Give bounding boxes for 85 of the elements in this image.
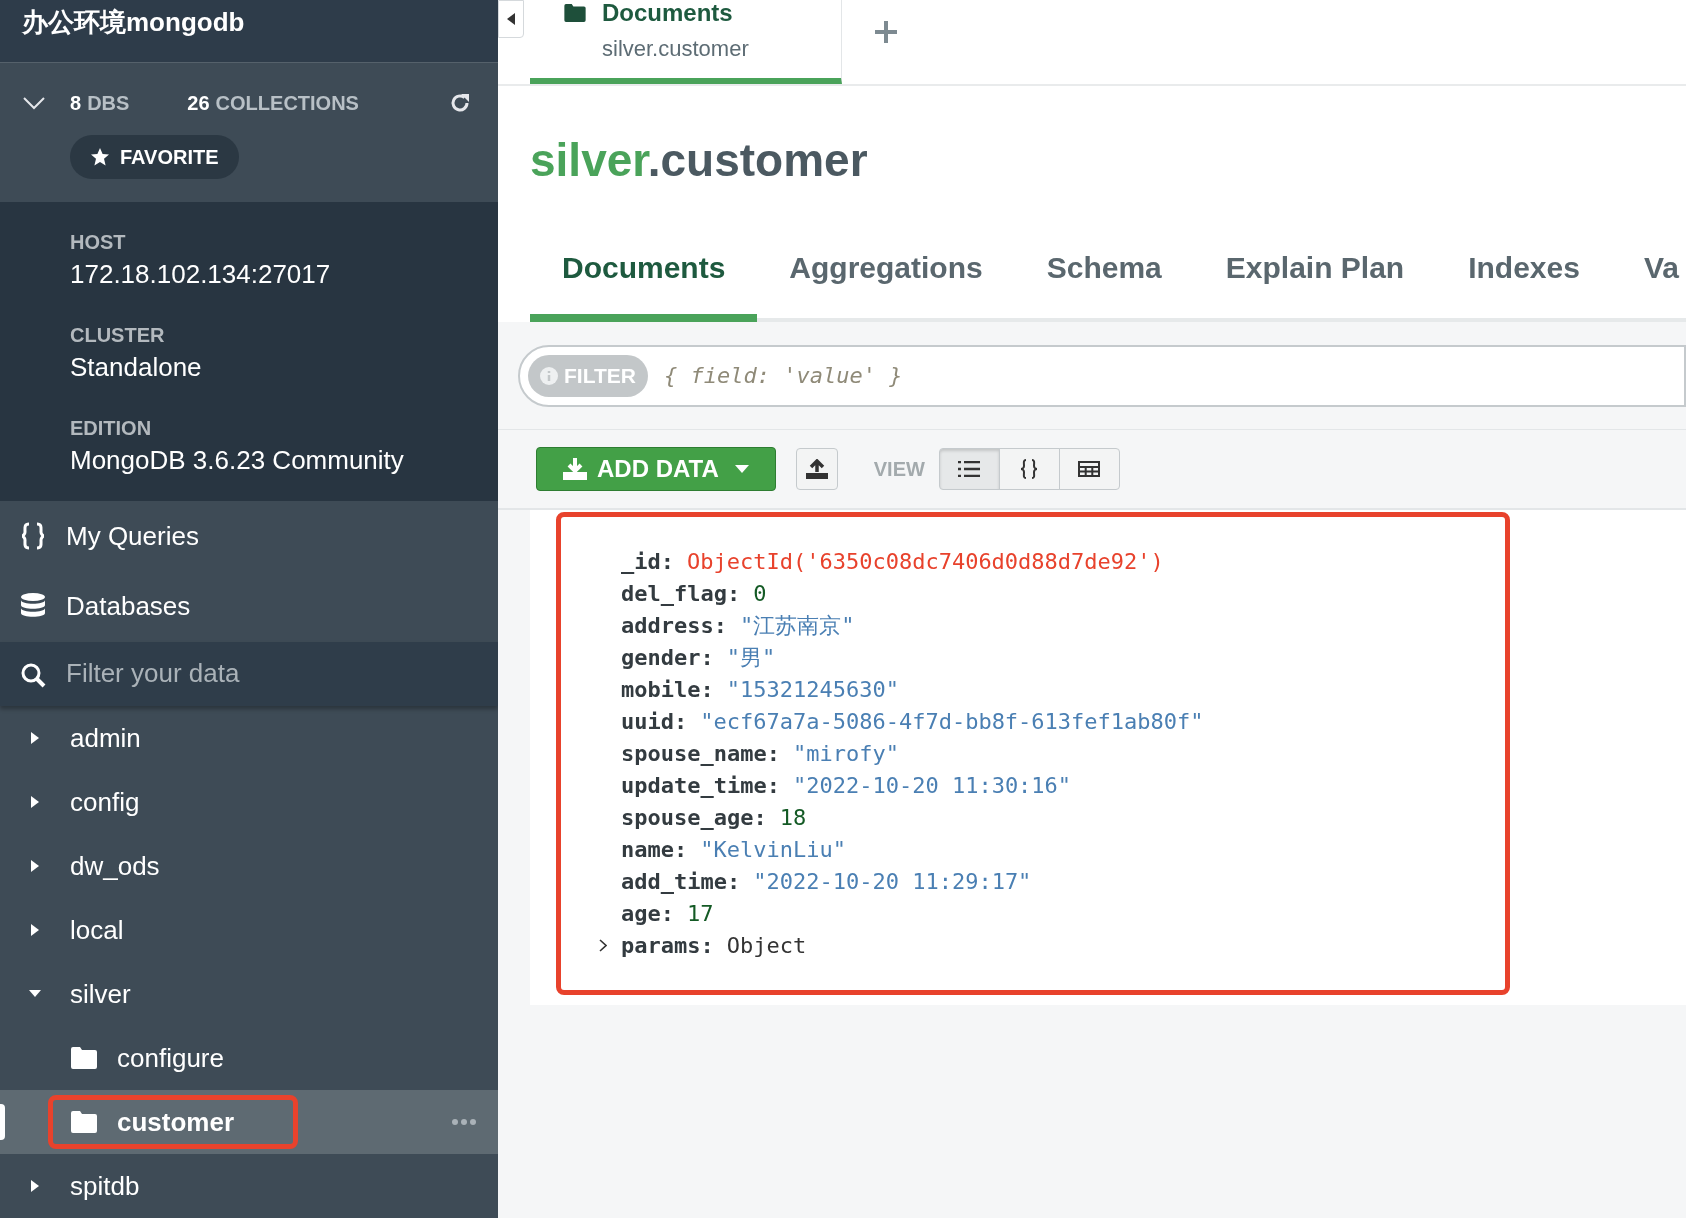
view-label: VIEW <box>873 457 925 482</box>
caret-icon <box>734 465 749 473</box>
plus-icon[interactable] <box>874 20 898 44</box>
database-item[interactable]: dw_ods <box>0 834 498 898</box>
collection-tab[interactable]: Indexes <box>1436 234 1612 322</box>
list-icon <box>958 461 981 477</box>
caret-icon[interactable] <box>29 1179 41 1193</box>
star-icon <box>90 146 110 167</box>
info-label: EDITION <box>70 415 153 441</box>
field-key: name: <box>621 832 688 866</box>
field-value: ObjectId('6350c08dc7406d0d88d7de92') <box>687 547 1164 576</box>
field-key: uuid: <box>621 704 688 738</box>
export-button[interactable] <box>795 448 838 490</box>
caret-icon[interactable] <box>29 923 41 937</box>
field-value: "2022-10-20 11:29:17" <box>753 867 1032 896</box>
collapse-button[interactable] <box>498 0 524 38</box>
field-value: "mirofy" <box>792 739 899 768</box>
field-key: spouse_age: <box>621 800 767 834</box>
collection-tab[interactable]: Schema <box>1014 234 1194 322</box>
chevron-icon[interactable] <box>22 95 46 110</box>
favorite-button[interactable]: FAVORITE <box>70 134 239 179</box>
collection-tab[interactable]: Documents <box>530 234 758 322</box>
field-key: add_time: <box>621 864 741 898</box>
field-value: "2022-10-20 11:30:16" <box>792 771 1072 800</box>
field-key: age: <box>621 896 674 930</box>
info-value: Standalone <box>70 350 203 384</box>
info-icon <box>540 366 558 385</box>
view-toggle[interactable] <box>938 448 1000 490</box>
field-value: "江苏南京" <box>739 611 855 640</box>
expand-icon[interactable] <box>599 939 607 952</box>
braces-icon <box>1020 459 1039 479</box>
dbs-count: 8 <box>70 90 82 116</box>
field-key: address: <box>621 608 727 642</box>
view-toggle[interactable] <box>998 448 1060 490</box>
collection-item[interactable]: configure <box>48 1031 298 1085</box>
field-key: params: <box>621 928 714 962</box>
collection-item[interactable]: customer <box>48 1095 298 1149</box>
info-label: HOST <box>70 229 127 255</box>
search-icon <box>20 661 46 688</box>
caret-icon[interactable] <box>29 795 41 809</box>
database-item[interactable]: config <box>0 770 498 834</box>
tab-subtitle: silver.customer <box>602 35 750 63</box>
more-icon[interactable] <box>452 1119 476 1125</box>
database-item[interactable]: spitdb <box>0 1154 498 1218</box>
field-key: _id: <box>621 544 674 578</box>
field-value: "男" <box>726 643 776 672</box>
folder-icon <box>71 1047 97 1069</box>
collection-tab[interactable]: Aggregations <box>757 234 1015 322</box>
download-icon <box>563 458 587 480</box>
filter-field[interactable]: Filter your data <box>0 641 498 706</box>
upload-icon <box>805 459 828 479</box>
field-value: "15321245630" <box>726 675 899 704</box>
caret-icon[interactable] <box>29 859 41 873</box>
database-item[interactable]: local <box>0 898 498 962</box>
field-value: "KelvinLiu" <box>700 835 846 864</box>
braces-icon <box>20 522 46 550</box>
field-value: "ecf67a7a-5086-4f7d-bb8f-613fef1ab80f" <box>700 707 1204 736</box>
field-value: 18 <box>779 803 807 832</box>
caret-icon <box>507 13 515 25</box>
field-key: mobile: <box>621 672 714 706</box>
field-key: gender: <box>621 640 714 674</box>
info-value: 172.18.102.134:27017 <box>70 257 332 291</box>
view-toggle[interactable] <box>1058 448 1120 490</box>
folder-icon <box>564 4 586 22</box>
field-value: Object <box>726 931 807 960</box>
database-item[interactable]: silver <box>0 962 498 1026</box>
field-key: update_time: <box>621 768 780 802</box>
collection-tab[interactable]: Explain Plan <box>1193 234 1437 322</box>
info-value: MongoDB 3.6.23 Community <box>70 443 405 477</box>
database-item[interactable]: admin <box>0 706 498 770</box>
folder-icon <box>71 1111 97 1133</box>
caret-icon[interactable] <box>29 731 41 745</box>
collections-count: 26 <box>187 90 210 116</box>
dbs-label: DBS <box>87 90 130 116</box>
field-value: 17 <box>687 899 714 928</box>
field-key: del_flag: <box>621 576 741 610</box>
table-icon <box>1078 461 1101 477</box>
connection-title: 办公环境mongodb <box>22 6 246 39</box>
info-label: CLUSTER <box>70 322 166 348</box>
tab-title: Documents <box>602 0 733 26</box>
collection-title: silver.customer <box>530 133 869 188</box>
field-key: spouse_name: <box>621 736 780 770</box>
field-value: 0 <box>753 579 767 608</box>
collection-tab[interactable]: Va <box>1611 234 1686 322</box>
collections-label: COLLECTIONS <box>215 90 359 116</box>
